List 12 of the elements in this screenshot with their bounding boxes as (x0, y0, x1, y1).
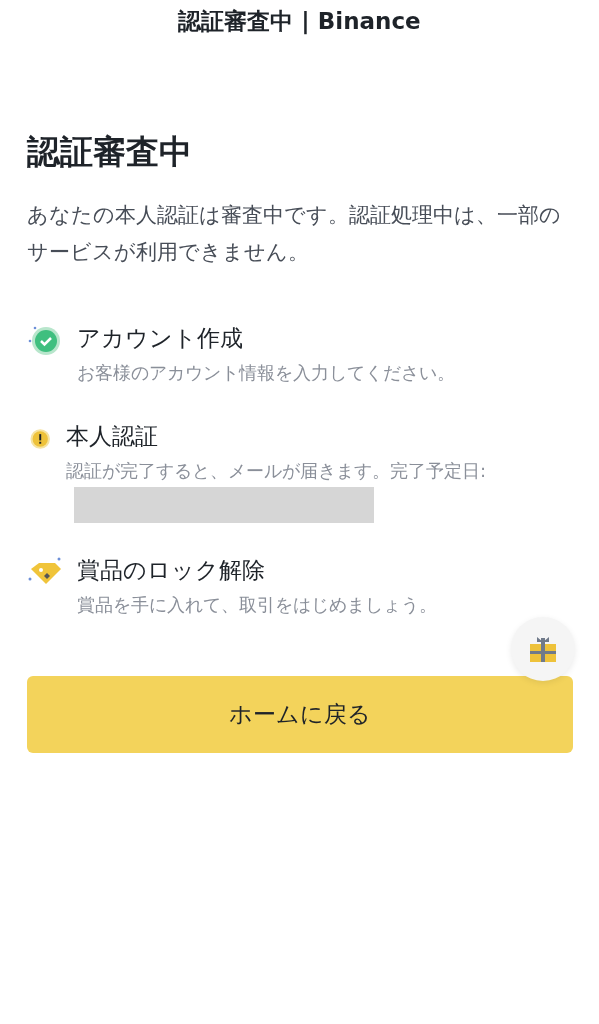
step-detail: 賞品を手に入れて、取引をはじめましょう。 (77, 594, 437, 615)
step-detail: お客様のアカウント情報を入力してください。 (77, 362, 455, 383)
page-heading: 認証審査中 (27, 131, 193, 173)
step-title: 本人認証 (66, 422, 160, 451)
step-title: アカウント作成 (77, 324, 244, 353)
description-text: あなたの本人認証は審査中です。認証処理中は、一部のサービスが利用できません。 (27, 202, 562, 266)
window-title: 認証審査中 | Binance (177, 7, 422, 37)
home-button[interactable]: ホームに戻る (27, 676, 573, 753)
step-title: 賞品のロック解除 (77, 556, 266, 585)
gift-button[interactable] (511, 617, 575, 681)
step-detail: 認証が完了すると、メールが届きます。完了予定日: (66, 460, 487, 481)
gift-icon (528, 634, 558, 664)
